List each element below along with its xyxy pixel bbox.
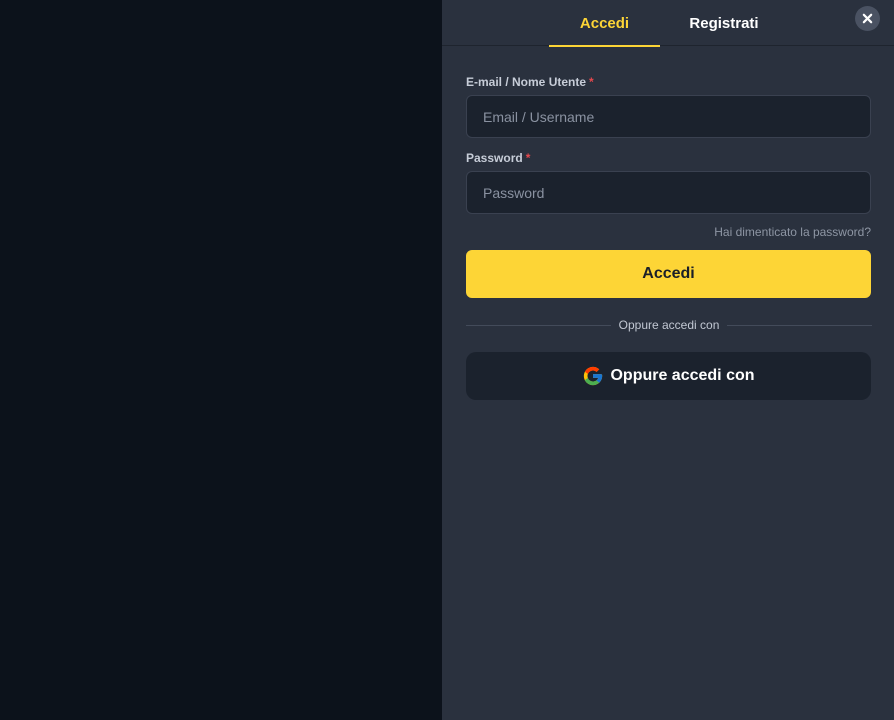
divider-line-right <box>727 324 873 326</box>
tab-register[interactable]: Registrati <box>674 0 774 46</box>
password-input[interactable] <box>466 171 871 214</box>
email-label: E-mail / Nome Utente * <box>466 75 594 89</box>
required-marker: * <box>525 151 531 165</box>
email-label-text: E-mail / Nome Utente <box>466 75 587 89</box>
auth-tabs: Accedi Registrati <box>442 0 894 47</box>
google-login-button[interactable]: Oppure accedi con <box>466 352 871 400</box>
google-icon <box>584 366 603 386</box>
divider-text: Oppure accedi con <box>618 318 720 332</box>
email-input[interactable] <box>466 95 871 138</box>
close-icon <box>862 13 873 24</box>
login-button[interactable]: Accedi <box>466 250 871 298</box>
close-button[interactable] <box>855 6 880 31</box>
password-label-text: Password <box>466 151 523 165</box>
required-marker: * <box>589 75 594 89</box>
divider: Oppure accedi con <box>466 317 873 333</box>
password-label: Password * <box>466 151 530 165</box>
modal-backdrop[interactable] <box>0 0 442 720</box>
tab-login[interactable]: Accedi <box>549 0 660 47</box>
google-button-label: Oppure accedi con <box>610 367 755 384</box>
auth-panel: Accedi Registrati E-mail / Nome Utente * … <box>442 0 894 720</box>
forgot-password-link[interactable]: Hai dimenticato la password? <box>714 225 871 239</box>
divider-line-left <box>466 324 611 326</box>
